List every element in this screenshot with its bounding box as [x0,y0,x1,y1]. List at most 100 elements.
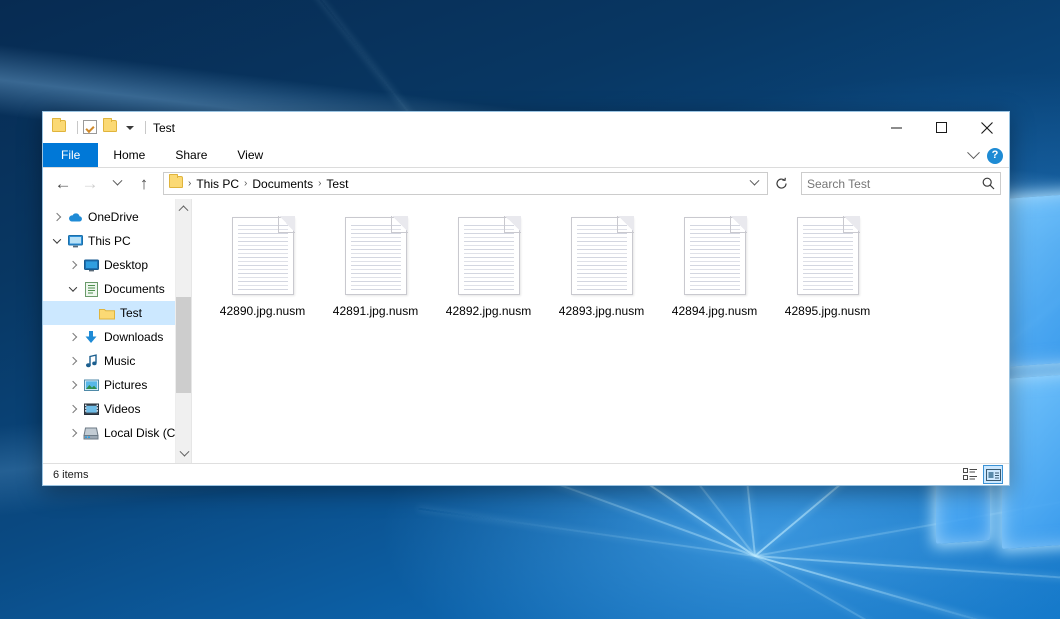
help-icon[interactable]: ? [987,148,1003,164]
monitor-icon [65,235,85,248]
file-name-label: 42894.jpg.nusm [672,304,757,318]
sidebar-item-documents[interactable]: Documents [43,277,191,301]
large-icons-view-icon [986,469,1001,481]
back-button[interactable]: ← [51,172,75,196]
file-item[interactable]: 42892.jpg.nusm [432,213,545,331]
file-item[interactable]: 42894.jpg.nusm [658,213,771,331]
up-button[interactable]: ↑ [132,172,156,196]
file-item[interactable]: 42895.jpg.nusm [771,213,884,331]
sidebar-item-label: Music [104,354,135,368]
refresh-button[interactable] [771,173,791,194]
breadcrumb-item-this-pc[interactable]: This PC [192,177,243,191]
file-item[interactable]: 42891.jpg.nusm [319,213,432,331]
sidebar-item-label: Documents [104,282,165,296]
sidebar-item-videos[interactable]: Videos [43,397,191,421]
sidebar-item-music[interactable]: Music [43,349,191,373]
chevron-down-icon[interactable] [49,238,65,244]
address-bar-row: ← → ↑ › This PC › Documents › Test Searc… [43,168,1009,199]
tab-file[interactable]: File [43,143,98,167]
sidebar-item-this-pc[interactable]: This PC [43,229,191,253]
customize-quick-access-caret-icon[interactable] [126,126,134,130]
chevron-down-icon [179,447,189,457]
file-name-label: 42890.jpg.nusm [220,304,305,318]
sidebar-item-label: Test [120,306,142,320]
generic-document-icon [458,217,520,295]
minimize-button[interactable] [874,112,919,143]
download-icon [81,330,101,344]
sidebar-item-label: Pictures [104,378,147,392]
sidebar-item-label: This PC [88,234,131,248]
chevron-up-icon [179,205,189,215]
qat-separator-1 [77,121,78,134]
scroll-up-button[interactable] [176,199,191,216]
disk-icon [81,427,101,440]
forward-button[interactable]: → [78,172,102,196]
recent-locations-button[interactable] [105,172,129,196]
chevron-right-icon[interactable] [65,430,81,436]
ribbon-tabs: File Home Share View ? [43,143,1009,168]
file-item[interactable]: 42890.jpg.nusm [206,213,319,331]
view-mode-buttons [960,465,1003,484]
breadcrumb: › This PC › Documents › Test [187,177,744,191]
file-item[interactable]: 42893.jpg.nusm [545,213,658,331]
pictures-icon [81,379,101,392]
chevron-right-icon[interactable] [49,214,65,220]
folder-icon [97,307,117,320]
breadcrumb-item-documents[interactable]: Documents [248,177,317,191]
ribbon-right-controls: ? [969,143,1003,168]
chevron-right-icon[interactable] [65,262,81,268]
sidebar-item-local-disk-c[interactable]: Local Disk (C:) [43,421,191,445]
tab-view[interactable]: View [222,143,278,167]
new-folder-icon[interactable] [103,120,118,135]
chevron-right-icon[interactable] [65,382,81,388]
desktop-icon [81,259,101,272]
sidebar-item-onedrive[interactable]: OneDrive [43,205,191,229]
breadcrumb-item-test[interactable]: Test [322,177,352,191]
close-button[interactable] [964,112,1009,143]
expand-ribbon-chevron-down-icon[interactable] [967,146,980,159]
chevron-right-icon[interactable] [65,358,81,364]
sidebar-item-downloads[interactable]: Downloads [43,325,191,349]
file-name-label: 42895.jpg.nusm [785,304,870,318]
tab-share[interactable]: Share [160,143,222,167]
music-icon [81,354,101,368]
search-box[interactable]: Search Test [801,172,1001,195]
chevron-right-icon[interactable] [65,334,81,340]
address-bar[interactable]: › This PC › Documents › Test [163,172,768,195]
sidebar-item-desktop[interactable]: Desktop [43,253,191,277]
sidebar-item-label: OneDrive [88,210,139,224]
arrow-up-icon: ↑ [140,175,149,192]
sidebar-item-label: Downloads [104,330,163,344]
cloud-icon [65,211,85,223]
search-input[interactable]: Search Test [807,177,982,191]
window-controls [874,112,1009,143]
properties-icon[interactable] [83,120,98,135]
chevron-down-icon[interactable] [65,286,81,292]
details-view-button[interactable] [960,465,980,484]
arrow-right-icon: → [82,175,99,192]
title-bar: Test [43,112,1009,143]
details-view-icon [963,468,978,481]
chevron-down-icon [112,176,122,186]
documents-icon [81,282,101,297]
window-title: Test [153,121,175,135]
file-explorer-window: Test File Home Share View ? ← → ↑ [42,111,1010,486]
file-list-view[interactable]: 42890.jpg.nusm 42891.jpg.nusm42892.jpg.nu… [191,199,1009,463]
generic-document-icon [345,217,407,295]
wallpaper-ray [418,508,755,557]
quick-access-folder-icon[interactable] [52,120,67,135]
item-count-label: 6 items [53,469,88,481]
large-icons-view-button[interactable] [983,465,1003,484]
navigation-scrollbar[interactable] [175,199,191,463]
scrollbar-thumb[interactable] [176,297,191,393]
address-dropdown-chevron-down-icon[interactable] [744,173,764,194]
logo-pane-bottom-right [1002,373,1060,549]
sidebar-item-test[interactable]: Test [43,301,191,325]
chevron-right-icon[interactable] [65,406,81,412]
scroll-down-button[interactable] [176,446,191,463]
maximize-button[interactable] [919,112,964,143]
tab-home[interactable]: Home [98,143,160,167]
videos-icon [81,403,101,416]
sidebar-item-pictures[interactable]: Pictures [43,373,191,397]
navigation-pane: OneDrive This PC Desktop Documents Test Downl… [43,199,191,463]
